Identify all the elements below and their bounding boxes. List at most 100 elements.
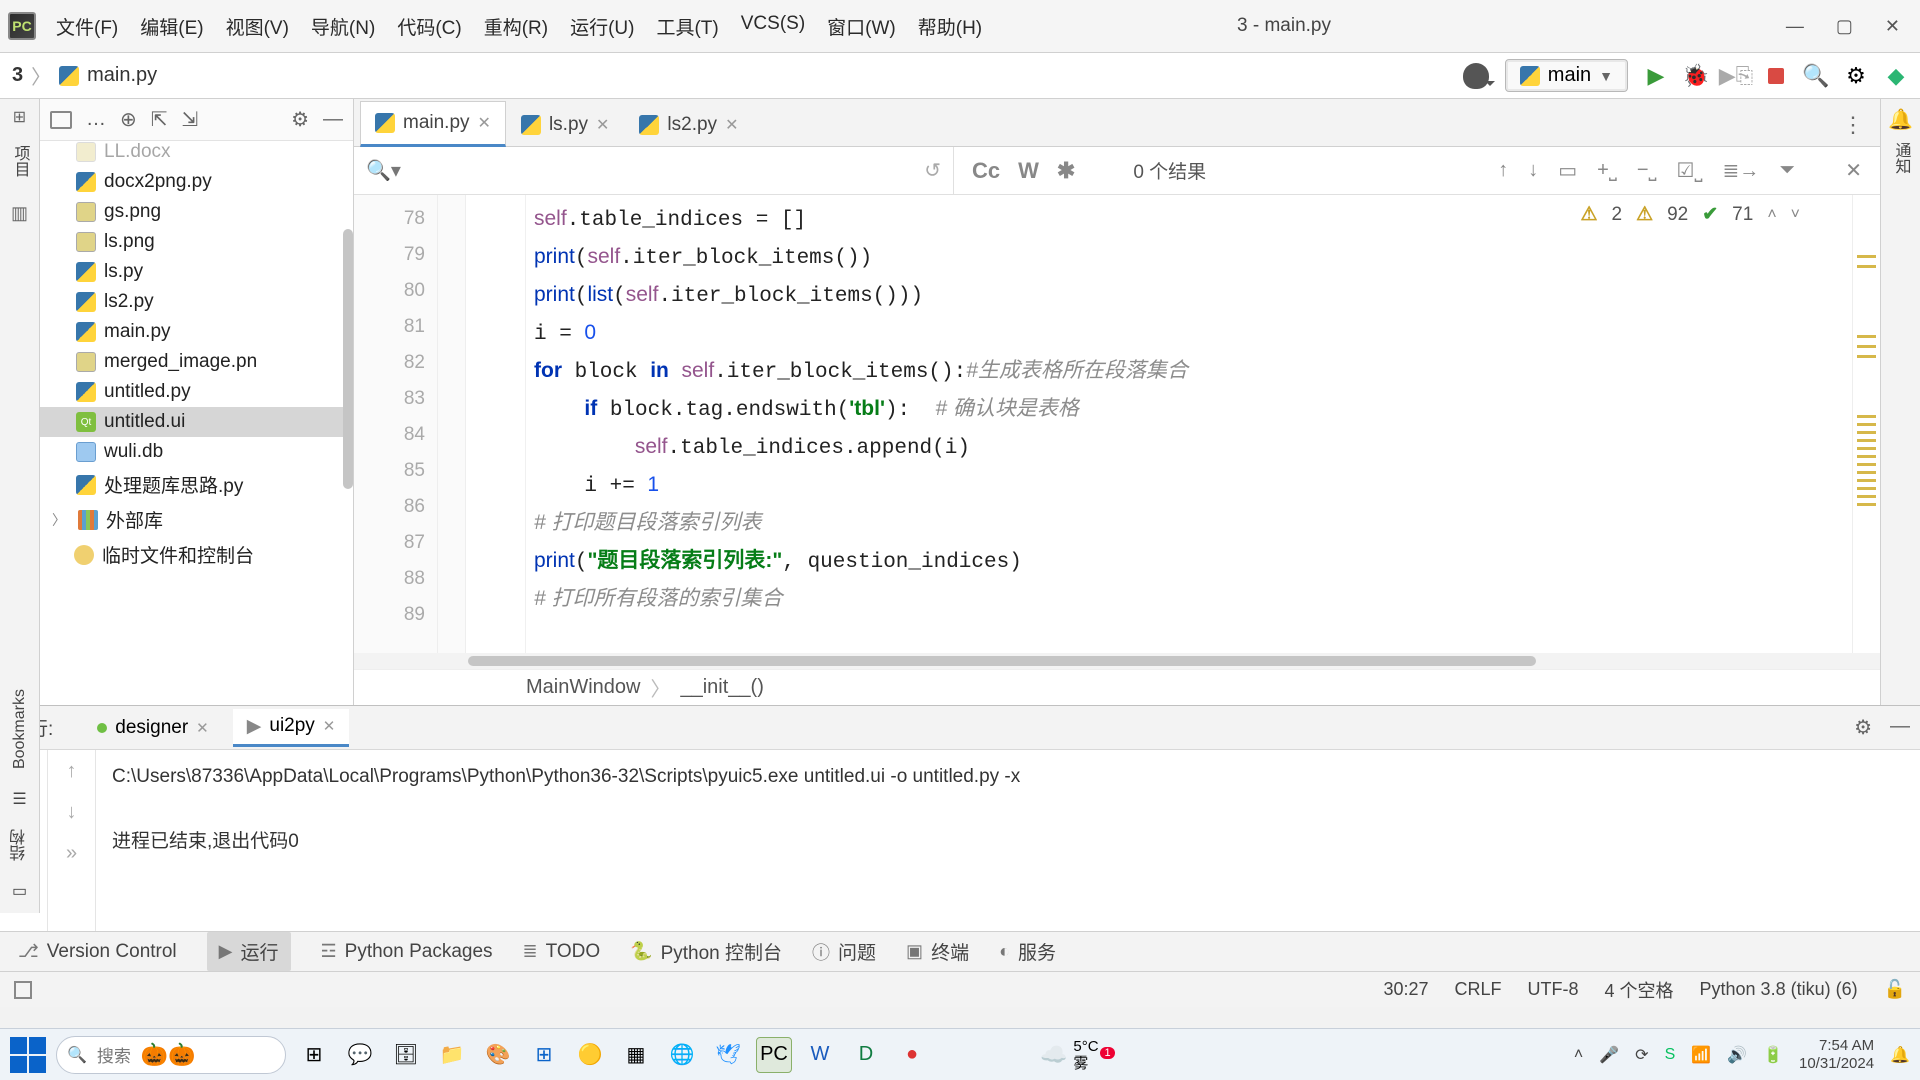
run-output[interactable]: C:\Users\87336\AppData\Local\Programs\Py… [96, 750, 1920, 931]
editor-tab[interactable]: ls.py✕ [506, 103, 624, 146]
match-case-toggle[interactable]: Cc [972, 158, 1000, 184]
task-view-icon[interactable]: ⊞ [296, 1037, 332, 1073]
tree-item-selected[interactable]: Qtuntitled.ui [40, 407, 353, 437]
record-icon[interactable]: ● [894, 1037, 930, 1073]
tree-item[interactable]: wuli.db [40, 437, 353, 467]
run-tab[interactable]: designer✕ [83, 711, 222, 745]
line-separator[interactable]: CRLF [1454, 979, 1501, 1000]
collapse-icon[interactable]: ⇲ [182, 107, 199, 132]
notifications-icon[interactable]: 🔔 [1890, 1045, 1910, 1065]
user-icon[interactable] [1463, 63, 1489, 89]
problems-tab[interactable]: ⓘ问题 [812, 938, 876, 965]
wechat-icon[interactable]: 💬 [342, 1037, 378, 1073]
close-button[interactable]: ✕ [1885, 16, 1900, 37]
menu-edit[interactable]: 编辑(E) [140, 13, 203, 40]
close-tab-icon[interactable]: ✕ [596, 115, 609, 135]
tree-item[interactable]: 处理题库思路.py [40, 467, 353, 502]
breadcrumb-project[interactable]: 3 [12, 64, 23, 87]
tree-item[interactable]: main.py [40, 317, 353, 347]
coverage-button[interactable]: ▶⎘ [1724, 64, 1748, 88]
menu-code[interactable]: 代码(C) [397, 13, 461, 40]
menu-file[interactable]: 文件(F) [56, 13, 118, 40]
ellipsis-icon[interactable]: … [86, 108, 106, 131]
caret-position[interactable]: 30:27 [1383, 979, 1428, 1000]
tree-item[interactable]: ls.png [40, 227, 353, 257]
collapse-all-icon[interactable]: ⇱ [151, 107, 168, 132]
bell-icon[interactable]: 🔔 [1888, 107, 1913, 132]
editor-tab[interactable]: main.py✕ [360, 101, 506, 147]
next-match-icon[interactable]: ↓ [1528, 159, 1538, 182]
editor-tab[interactable]: ls2.py✕ [624, 103, 753, 146]
select-opened-file-icon[interactable] [50, 111, 72, 129]
search-icon[interactable]: 🔍▾ [366, 158, 401, 183]
debug-button[interactable]: 🐞 [1684, 64, 1708, 88]
minimize-button[interactable]: — [1786, 16, 1804, 37]
expand-all-icon[interactable]: ⊕ [120, 107, 137, 132]
menu-navigate[interactable]: 导航(N) [311, 13, 375, 40]
select-all-icon[interactable]: ☑⎵ [1677, 158, 1703, 183]
edge-icon[interactable]: 🌐 [664, 1037, 700, 1073]
close-tab-icon[interactable]: ✕ [478, 113, 491, 133]
menu-window[interactable]: 窗口(W) [827, 13, 896, 40]
select-all-matches-icon[interactable]: ▭ [1558, 158, 1577, 183]
find-history-icon[interactable]: ↺ [924, 158, 941, 183]
store-icon[interactable]: ⊞ [526, 1037, 562, 1073]
next-highlight-icon[interactable]: ˅ [1791, 206, 1800, 224]
tree-item[interactable]: LL.docx [40, 141, 353, 167]
readonly-lock-icon[interactable]: 🔓 [1884, 979, 1906, 1000]
run-tab[interactable]: ▶ui2py✕ [233, 709, 350, 747]
tab-overflow-icon[interactable]: ⋮ [1826, 104, 1880, 146]
sync-icon[interactable]: ⟳ [1635, 1045, 1648, 1065]
copilot-icon[interactable]: 🟡 [572, 1037, 608, 1073]
terminal-tab[interactable]: ▣终端 [906, 938, 969, 965]
ide-logo-icon[interactable]: ◆ [1884, 64, 1908, 88]
weather-widget[interactable]: ☁️ 5°C雾 1 [1040, 1038, 1105, 1072]
whole-word-toggle[interactable]: W [1018, 158, 1039, 184]
fold-gutter[interactable] [438, 195, 466, 653]
scratches[interactable]: 临时文件和控制台 [40, 537, 353, 572]
structure-tool-label[interactable]: 结构 [8, 829, 32, 861]
tree-scrollbar[interactable] [343, 229, 353, 489]
close-find-icon[interactable]: ✕ [1845, 158, 1862, 183]
add-selection-icon[interactable]: +⎵ [1597, 159, 1617, 182]
close-tab-icon[interactable]: ✕ [725, 115, 738, 135]
pycharm-taskbar-icon[interactable]: PC [756, 1037, 792, 1073]
breadcrumb-file[interactable]: main.py [87, 64, 157, 87]
editor-h-scrollbar[interactable] [354, 653, 1880, 669]
scroll-down-icon[interactable]: ↓ [67, 801, 77, 824]
taskbar-search[interactable]: 🔍 搜索 🎃🎃 [56, 1036, 286, 1074]
word-icon[interactable]: W [802, 1037, 838, 1073]
tree-item[interactable]: ls.py [40, 257, 353, 287]
tree-item[interactable]: untitled.py [40, 377, 353, 407]
packages-tab[interactable]: ☲Python Packages [321, 941, 493, 963]
more-output-icon[interactable]: » [66, 842, 77, 865]
hide-run-icon[interactable]: — [1890, 715, 1910, 740]
tree-item[interactable]: ls2.py [40, 287, 353, 317]
app-icon-1[interactable]: 🗄 [388, 1037, 424, 1073]
volume-icon[interactable]: 🔊 [1727, 1045, 1747, 1065]
prev-highlight-icon[interactable]: ˄ [1767, 206, 1776, 224]
menu-help[interactable]: 帮助(H) [918, 13, 982, 40]
version-control-tab[interactable]: ⎇Version Control [18, 941, 177, 963]
tool-windows-toggle[interactable] [14, 981, 32, 999]
find-input[interactable] [413, 160, 912, 181]
clock[interactable]: 7:54 AM10/31/2024 [1799, 1037, 1874, 1073]
run-config-selector[interactable]: main ▼ [1505, 59, 1628, 92]
services-tab[interactable]: ◐服务 [999, 938, 1056, 965]
run-tab-bottom[interactable]: ▶运行 [207, 932, 291, 971]
regex-toggle[interactable]: ✱ [1057, 158, 1075, 184]
app-icon-3[interactable]: 🕊 [710, 1037, 746, 1073]
settings-icon[interactable]: ⚙ [1844, 64, 1868, 88]
remove-selection-icon[interactable]: −⎵ [1637, 159, 1657, 182]
error-stripe[interactable] [1852, 195, 1880, 653]
menu-run[interactable]: 运行(U) [570, 13, 634, 40]
start-button[interactable] [10, 1037, 46, 1073]
prev-match-icon[interactable]: ↑ [1498, 159, 1508, 182]
python-interpreter[interactable]: Python 3.8 (tiku) (6) [1700, 979, 1858, 1000]
scroll-up-icon[interactable]: ↑ [67, 760, 77, 783]
ime-icon[interactable]: S [1665, 1046, 1676, 1064]
code-content[interactable]: self.table_indices = [] print(self.iter_… [526, 195, 1852, 653]
indent-setting[interactable]: 4 个空格 [1605, 977, 1674, 1003]
menu-vcs[interactable]: VCS(S) [741, 13, 805, 40]
run-settings-icon[interactable]: ⚙ [1854, 715, 1872, 740]
